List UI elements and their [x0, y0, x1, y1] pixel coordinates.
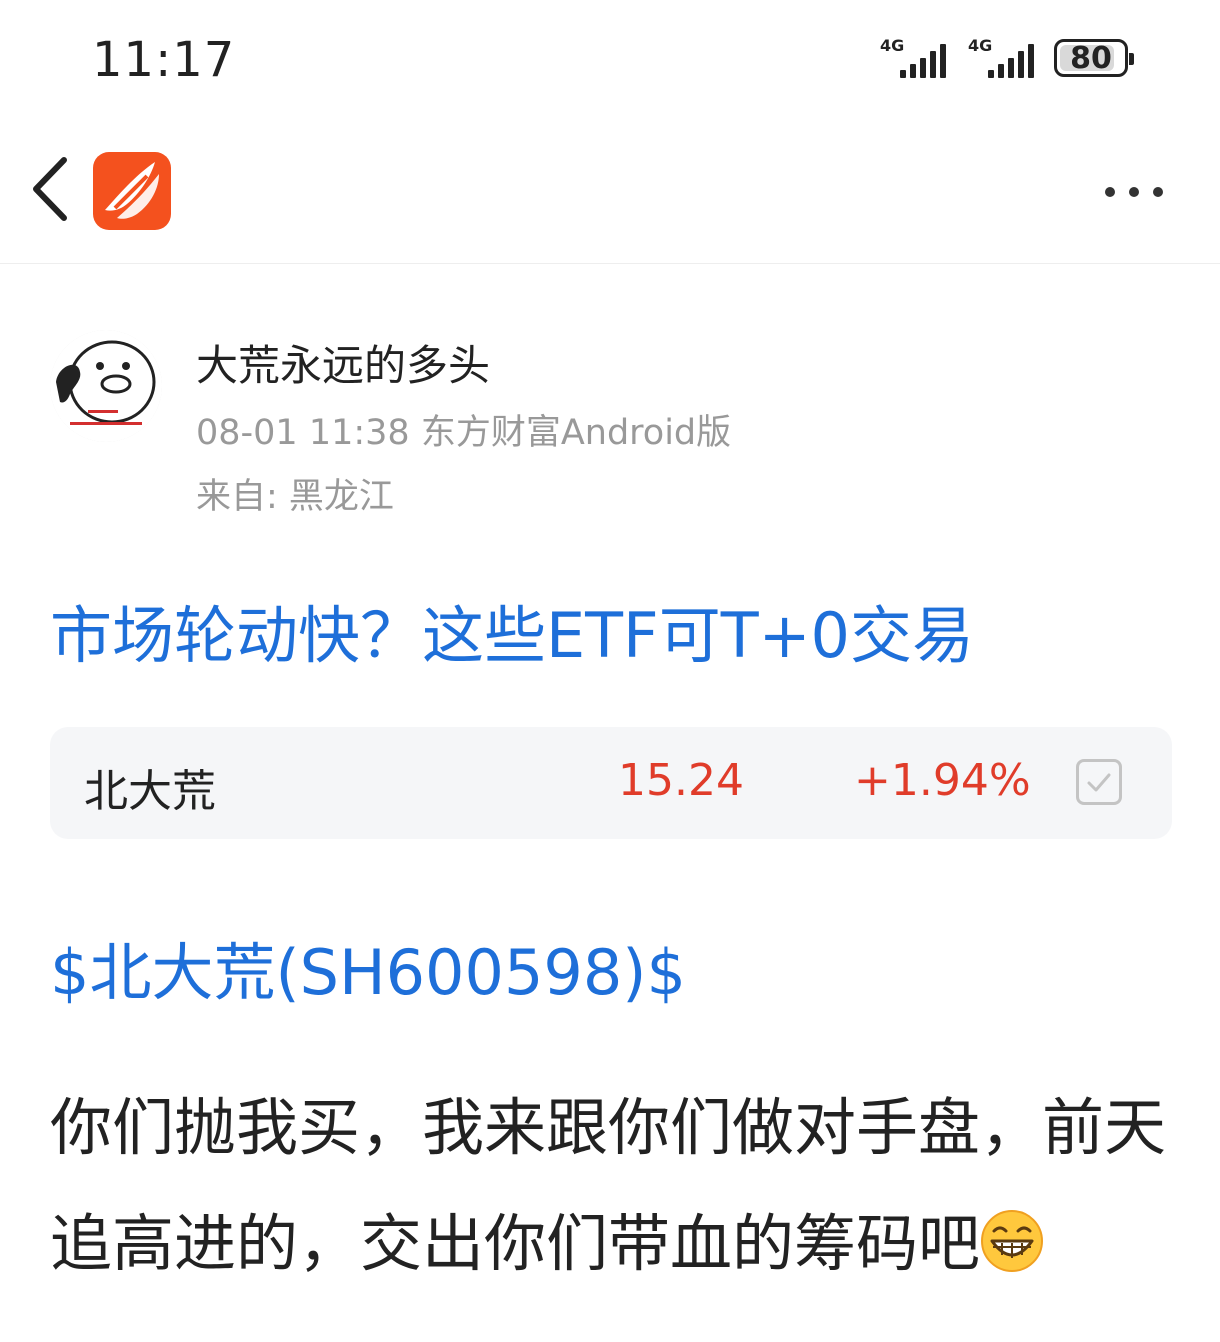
status-bar: 11:17 4G 4G 80 — [0, 0, 1220, 120]
more-horizontal-icon — [1105, 187, 1163, 197]
stock-card[interactable]: 北大荒 15.24 +1.94% — [50, 727, 1172, 839]
battery-level: 80 — [1070, 40, 1112, 76]
signal-icon: 4G — [966, 36, 1046, 80]
signal-icon: 4G — [878, 36, 958, 80]
back-button[interactable] — [26, 154, 76, 224]
eastmoney-logo-icon[interactable] — [93, 152, 171, 230]
post-body: 你们抛我买，我来跟你们做对手盘，前天追高进的，交出你们带血的筹码吧 — [50, 1070, 1170, 1302]
post-meta: 08-01 11:38 东方财富Android版 — [196, 413, 732, 453]
stock-name: 北大荒 — [84, 766, 216, 817]
post-location: 来自: 黑龙江 — [196, 477, 394, 517]
chevron-left-icon — [33, 157, 67, 221]
stock-change: +1.94% — [854, 755, 1031, 806]
status-time: 11:17 — [92, 32, 236, 88]
stock-tag-link[interactable]: $北大荒(SH600598)$ — [50, 922, 686, 1012]
add-watchlist-checkbox[interactable] — [1076, 759, 1122, 805]
post-title-link[interactable]: 市场轮动快？这些ETF可T+0交易 — [50, 585, 974, 675]
nav-bar — [0, 130, 1220, 264]
check-icon — [1087, 773, 1111, 792]
battery-icon: 80 — [1054, 39, 1134, 77]
status-icons: 4G 4G 80 — [878, 36, 1134, 80]
author-name[interactable]: 大荒永远的多头 — [196, 332, 490, 393]
grinning-emoji-icon — [981, 1210, 1044, 1272]
stock-price: 15.24 — [618, 755, 744, 806]
avatar[interactable] — [50, 330, 162, 442]
more-button[interactable] — [1100, 180, 1170, 204]
